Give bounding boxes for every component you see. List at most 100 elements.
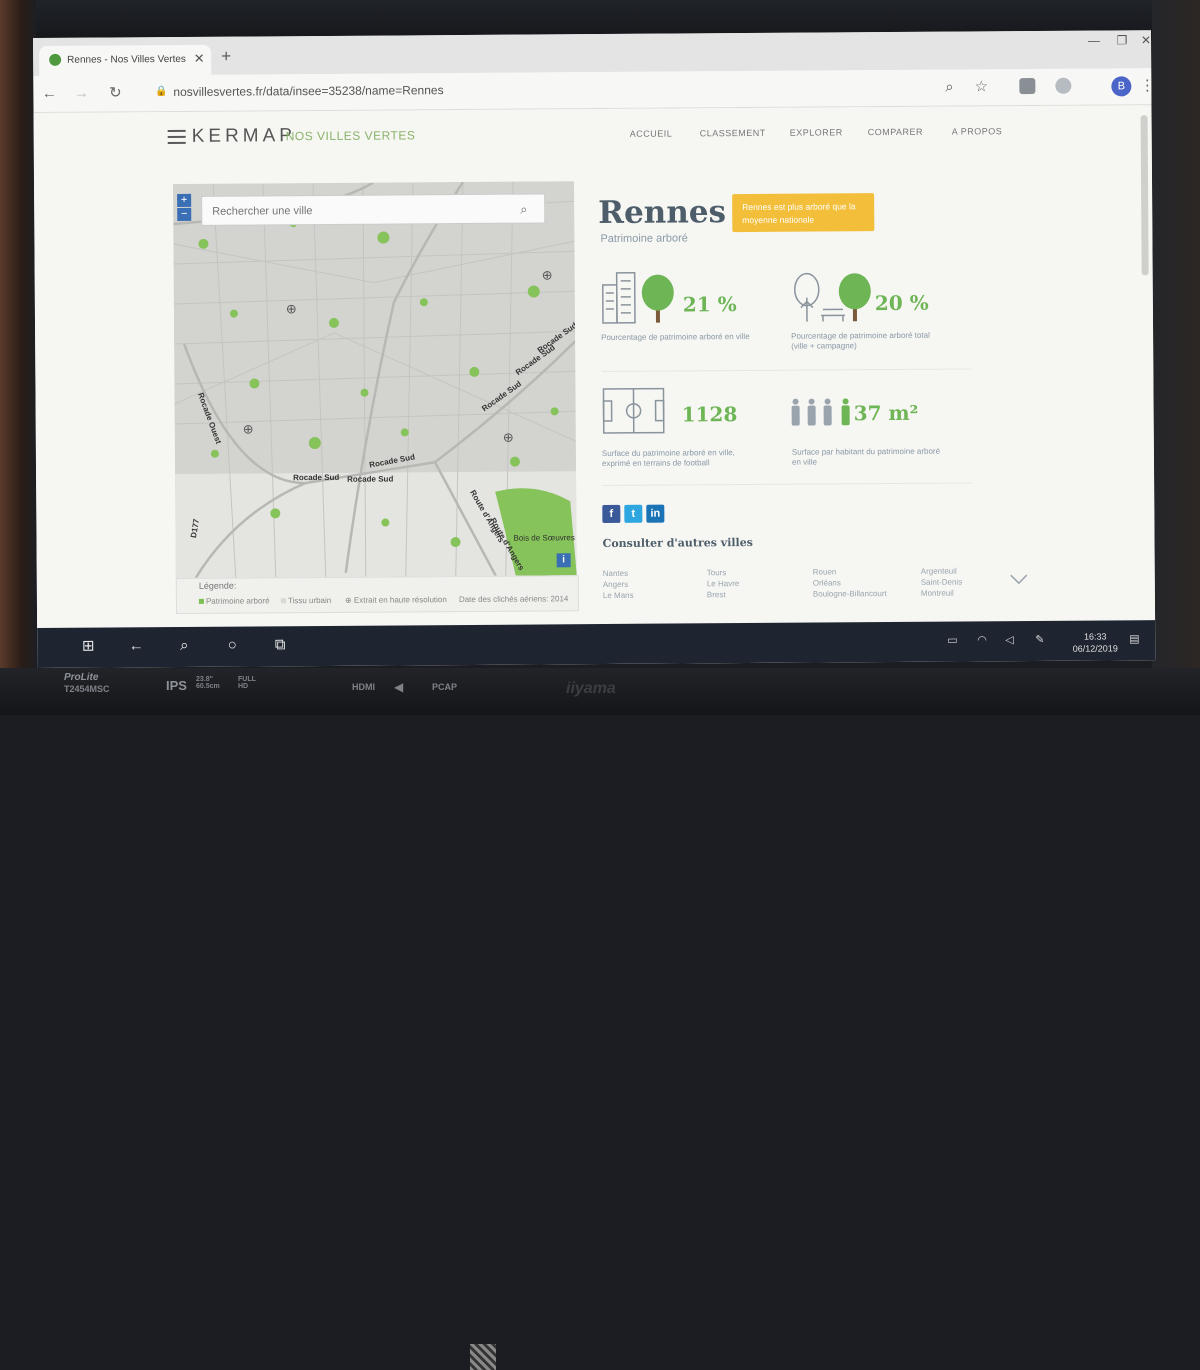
hires-zoom-icon[interactable]: ⊕ bbox=[503, 430, 517, 445]
comparison-badge: Rennes est plus arboré que la moyenne na… bbox=[732, 193, 875, 233]
city-link[interactable]: Orléans bbox=[813, 578, 841, 587]
city-link[interactable]: Argenteuil bbox=[921, 567, 957, 576]
legend-item-patrimoine: Patrimoine arboré bbox=[198, 596, 270, 606]
restore-icon[interactable]: ❐ bbox=[1109, 30, 1135, 50]
map-zoom-in-button[interactable]: + bbox=[177, 193, 192, 207]
monitor-bezel-left bbox=[0, 0, 36, 715]
city-link[interactable]: Montreuil bbox=[921, 589, 954, 598]
city-link[interactable]: Rouen bbox=[813, 567, 837, 576]
search-icon[interactable]: ⌕ bbox=[520, 202, 534, 217]
city-map[interactable]: + − ⌕ Rocade Ouest Rocade Sud Rocade Sud… bbox=[173, 181, 577, 579]
stat-value: 1128 bbox=[681, 402, 738, 427]
monitor-size: 23.8" 60.5cm bbox=[196, 676, 220, 690]
pen-icon[interactable]: ✎ bbox=[1035, 633, 1044, 646]
legend-title: Légende: bbox=[198, 580, 237, 591]
qr-code bbox=[470, 1344, 496, 1370]
pcap-logo: PCAP bbox=[432, 682, 458, 692]
map-place-label: Bois de Sœuvres bbox=[513, 533, 575, 543]
hires-zoom-icon[interactable]: ⊕ bbox=[542, 267, 556, 282]
twitter-share-button[interactable]: t bbox=[624, 504, 643, 523]
city-search-input[interactable] bbox=[210, 200, 515, 221]
map-info-button[interactable]: i bbox=[556, 553, 571, 568]
inhabitants-icon bbox=[791, 398, 850, 426]
extension-icon[interactable] bbox=[1019, 78, 1036, 95]
reload-icon[interactable]: ↻ bbox=[105, 84, 125, 102]
road-label: Rocade Sud bbox=[347, 474, 394, 484]
road-label: Rocade Sud bbox=[293, 472, 340, 483]
nav-accueil[interactable]: ACCUEIL bbox=[630, 129, 673, 139]
hires-zoom-icon[interactable]: ⊕ bbox=[286, 301, 300, 316]
hamburger-menu-icon[interactable] bbox=[167, 129, 186, 145]
network-icon[interactable]: ◠ bbox=[977, 633, 987, 646]
ips-logo: IPS bbox=[166, 678, 187, 693]
legend-item-date: Date des clichés aériens: 2014 bbox=[458, 594, 569, 605]
magnifier-icon: ⊕ bbox=[344, 595, 354, 605]
city-link[interactable]: Boulogne-Billancourt bbox=[813, 589, 887, 599]
stat-value: 20 % bbox=[874, 290, 929, 316]
web-page: KERMAP NOS VILLES VERTES ACCUEIL CLASSEM… bbox=[33, 105, 1156, 628]
city-link[interactable]: Nantes bbox=[603, 569, 628, 578]
city-link[interactable]: Tours bbox=[707, 568, 727, 577]
brand-subtitle: NOS VILLES VERTES bbox=[285, 128, 416, 144]
nav-comparer[interactable]: COMPARER bbox=[868, 127, 923, 137]
city-name: Rennes bbox=[598, 194, 727, 232]
profile-avatar[interactable]: B bbox=[1111, 76, 1132, 97]
new-tab-icon[interactable]: + bbox=[217, 47, 235, 67]
clock-date: 06/12/2019 bbox=[1072, 643, 1118, 654]
task-view-icon[interactable]: ⧉ bbox=[271, 636, 289, 654]
iiyama-logo: iiyama bbox=[566, 680, 616, 697]
clock-time: 16:33 bbox=[1083, 631, 1107, 642]
map-zoom-out-button[interactable]: − bbox=[177, 207, 192, 221]
notifications-icon[interactable]: ▤ bbox=[1129, 632, 1139, 645]
page-scrollbar[interactable] bbox=[1140, 115, 1149, 276]
windows-start-icon[interactable]: ⊞ bbox=[79, 638, 97, 656]
bookmark-star-icon[interactable]: ☆ bbox=[971, 78, 991, 96]
badge-text: Rennes est plus arboré que la moyenne na… bbox=[742, 201, 856, 226]
hires-zoom-icon[interactable]: ⊕ bbox=[243, 421, 257, 436]
linkedin-share-button[interactable]: in bbox=[646, 504, 665, 523]
stat-label: Surface du patrimoine arboré en ville, e… bbox=[601, 448, 735, 469]
city-link[interactable]: Brest bbox=[707, 590, 726, 599]
monitor-model: ProLite bbox=[64, 672, 99, 683]
nav-a-propos[interactable]: A PROPOS bbox=[952, 126, 1003, 136]
volume-icon[interactable]: ◁ bbox=[1005, 633, 1014, 646]
stat-label: Pourcentage de patrimoine arboré total (… bbox=[791, 330, 930, 351]
city-search-box[interactable]: ⌕ bbox=[201, 193, 546, 226]
minimize-icon[interactable]: — bbox=[1081, 31, 1107, 51]
legend-swatch bbox=[198, 599, 204, 605]
forward-icon[interactable]: → bbox=[71, 85, 91, 103]
zoom-magnifier-icon[interactable]: ⌕ bbox=[939, 79, 959, 97]
city-link[interactable]: Le Havre bbox=[707, 579, 740, 588]
browser-tab[interactable]: Rennes - Nos Villes Vertes by K ✕ bbox=[39, 44, 212, 76]
monitor-model-code: T2454MSC bbox=[64, 684, 110, 694]
map-legend: Légende: Patrimoine arboré Tissu urbain … bbox=[175, 575, 580, 615]
city-subtitle: Patrimoine arboré bbox=[600, 232, 688, 246]
monitor-bottom-panel: ProLite T2454MSC IPS 23.8" 60.5cm FULL H… bbox=[0, 668, 1200, 1370]
city-link[interactable]: Le Mans bbox=[603, 591, 634, 600]
cortana-circle-icon[interactable]: ○ bbox=[223, 637, 241, 655]
city-link[interactable]: Angers bbox=[603, 580, 628, 589]
chevron-down-icon[interactable] bbox=[1009, 572, 1029, 586]
legend-swatch bbox=[280, 598, 286, 604]
brand-logo[interactable]: KERMAP bbox=[192, 125, 296, 148]
back-icon[interactable]: ← bbox=[39, 85, 59, 103]
tree-favicon-icon bbox=[49, 53, 62, 66]
taskbar-clock[interactable]: 16:33 06/12/2019 bbox=[1065, 630, 1125, 654]
stat-label: Pourcentage de patrimoine arboré en vill… bbox=[601, 332, 750, 343]
screen: Rennes - Nos Villes Vertes by K ✕ + — ❐ … bbox=[33, 30, 1156, 668]
nav-classement[interactable]: CLASSEMENT bbox=[700, 128, 766, 138]
city-link[interactable]: Saint-Denis bbox=[921, 578, 962, 587]
search-icon[interactable]: ⌕ bbox=[175, 637, 193, 655]
back-arrow-icon[interactable]: ← bbox=[127, 637, 145, 655]
hdmi-logo: HDMI bbox=[352, 682, 375, 692]
stat-label: Surface par habitant du patrimoine arbor… bbox=[791, 446, 941, 467]
facebook-share-button[interactable]: f bbox=[602, 504, 621, 524]
legend-item-extrait: ⊕ Extrait en haute résolution bbox=[344, 595, 447, 605]
nav-explorer[interactable]: EXPLORER bbox=[790, 127, 843, 137]
tab-close-icon[interactable]: ✕ bbox=[191, 51, 207, 67]
drive-extension-icon[interactable] bbox=[1055, 77, 1072, 94]
address-bar[interactable]: nosvillesvertes.fr/data/insee=35238/name… bbox=[173, 82, 573, 101]
battery-icon[interactable]: ▭ bbox=[947, 634, 957, 647]
lock-icon: 🔒 bbox=[155, 86, 168, 98]
football-field-icon bbox=[602, 387, 665, 434]
